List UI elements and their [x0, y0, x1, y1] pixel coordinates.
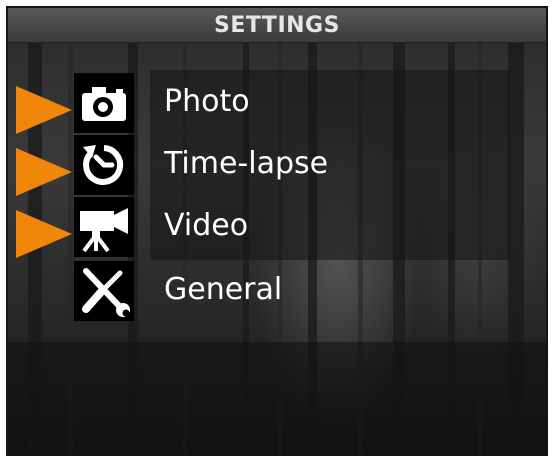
selection-arrow-icon	[16, 148, 72, 196]
timelapse-icon	[74, 135, 134, 195]
page-title: SETTINGS	[214, 12, 340, 38]
camera-icon	[74, 73, 134, 133]
menu-item-label: Video	[164, 208, 249, 243]
settings-screen: SETTINGS Photo Time-lapse Video General	[6, 6, 548, 456]
menu-item-photo[interactable]: Photo	[8, 72, 546, 134]
wrench-screwdriver-icon	[74, 261, 134, 321]
selection-arrow-icon	[16, 86, 72, 134]
menu-item-general[interactable]: General	[8, 260, 546, 322]
menu-item-time-lapse[interactable]: Time-lapse	[8, 134, 546, 196]
menu-item-video[interactable]: Video	[8, 196, 546, 258]
menu-item-label: General	[164, 272, 283, 307]
video-camera-icon	[74, 197, 134, 257]
menu-item-label: Time-lapse	[164, 146, 329, 181]
settings-header: SETTINGS	[8, 8, 546, 43]
selection-arrow-icon	[16, 210, 72, 258]
menu-item-label: Photo	[164, 84, 250, 119]
